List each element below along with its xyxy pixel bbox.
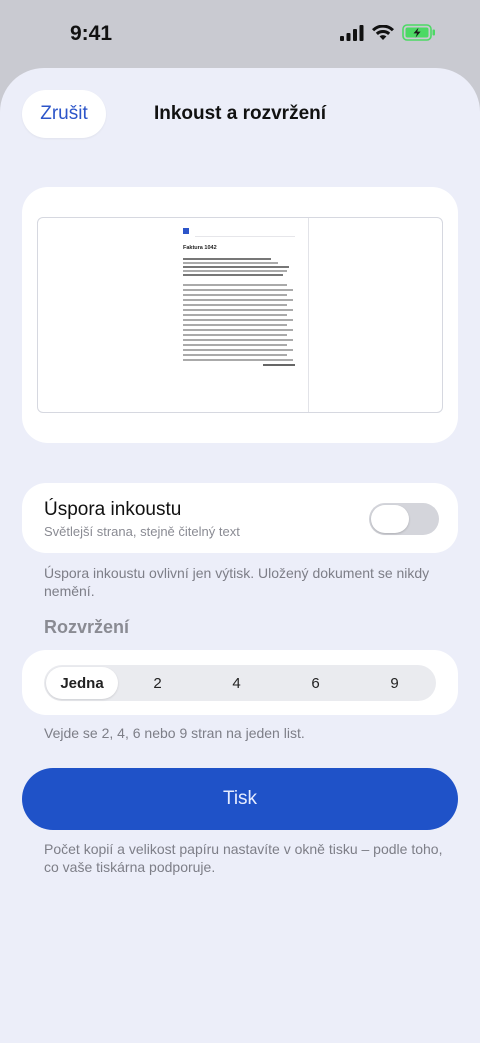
- document-line: [183, 266, 289, 268]
- document-line: [183, 344, 287, 346]
- sheet-title: Inkoust a rozvržení: [153, 103, 327, 124]
- layout-option-6[interactable]: 6: [276, 667, 355, 699]
- preview-paper: Faktura 1042: [37, 217, 443, 413]
- document-line: [183, 319, 293, 321]
- ink-saver-footnote: Úspora inkoustu ovlivní jen výtisk. Ulož…: [44, 565, 430, 599]
- layout-option-one[interactable]: Jedna: [46, 667, 118, 699]
- layout-option-9[interactable]: 9: [355, 667, 434, 699]
- document-line: [183, 354, 287, 356]
- document-signature-line: [263, 364, 295, 366]
- layout-option-4[interactable]: 4: [197, 667, 276, 699]
- document-line: [183, 274, 283, 276]
- status-icons: [340, 24, 436, 41]
- document-line: [183, 334, 287, 336]
- layout-section-heading: Rozvržení: [44, 617, 130, 637]
- document-line: [183, 339, 293, 341]
- layout-segmented-control: Jedna 2 4 6 9: [44, 665, 436, 701]
- document-title: Faktura 1042: [183, 245, 217, 251]
- document-line: [183, 329, 293, 331]
- layout-footnote: Vejde se 2, 4, 6 nebo 9 stran na jeden l…: [44, 725, 305, 741]
- page-divider: [308, 218, 309, 412]
- document-line: [183, 270, 287, 272]
- document-header-rule: [195, 236, 295, 237]
- print-footnote: Počet kopií a velikost papíru nastavíte …: [44, 841, 443, 875]
- document-line: [183, 289, 293, 291]
- status-time: 9:41: [70, 22, 113, 45]
- document-line: [183, 314, 287, 316]
- status-bar: 9:41: [0, 0, 480, 70]
- document-line: [183, 294, 287, 296]
- document-line: [183, 324, 287, 326]
- document-line: [183, 359, 293, 361]
- print-preview-card: Faktura 1042: [22, 187, 458, 443]
- document-line: [183, 304, 287, 306]
- ink-saver-subtitle: Světlejší strana, stejně čitelný text: [44, 524, 240, 539]
- document-line: [183, 309, 293, 311]
- ink-saver-row: Úspora inkoustu Světlejší strana, stejně…: [22, 483, 458, 553]
- document-logo: [183, 228, 189, 234]
- document-line: [183, 299, 293, 301]
- toggle-knob: [371, 505, 409, 533]
- layout-card: Jedna 2 4 6 9: [22, 650, 458, 715]
- layout-option-2[interactable]: 2: [118, 667, 197, 699]
- ink-saver-toggle[interactable]: [369, 503, 439, 535]
- document-preview: Faktura 1042: [183, 228, 298, 408]
- document-line: [183, 284, 287, 286]
- print-button[interactable]: Tisk: [22, 768, 458, 830]
- cellular-signal-icon: [340, 24, 364, 41]
- wifi-icon: [372, 24, 394, 40]
- battery-charging-icon: [402, 24, 435, 41]
- document-line: [183, 262, 278, 264]
- ink-saver-title: Úspora inkoustu: [44, 499, 182, 520]
- document-line: [183, 349, 293, 351]
- document-line: [183, 258, 271, 260]
